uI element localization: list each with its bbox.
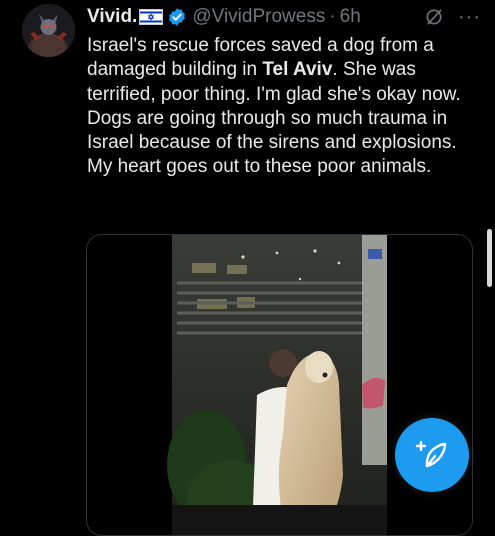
compose-post-button[interactable] bbox=[395, 418, 469, 492]
video-frame bbox=[87, 235, 472, 535]
media-video[interactable] bbox=[86, 234, 473, 536]
tweet-text: Israel's rescue forces saved a dog from … bbox=[87, 34, 487, 180]
compose-post-icon bbox=[415, 440, 447, 468]
post-time[interactable]: 6h bbox=[340, 6, 361, 28]
israel-flag-icon bbox=[139, 9, 164, 25]
tweet[interactable]: Vivid. @VividProwess · 6h ··· Israel's r… bbox=[0, 0, 495, 536]
scrollbar[interactable] bbox=[487, 229, 492, 287]
author-handle[interactable]: @VividProwess bbox=[192, 6, 325, 28]
verified-badge-icon bbox=[169, 8, 186, 26]
avatar-image bbox=[22, 4, 75, 57]
author-name[interactable]: Vivid. bbox=[87, 6, 137, 28]
separator-dot: · bbox=[329, 6, 336, 27]
tweet-text-bold: Tel Aviv bbox=[262, 59, 333, 81]
header-actions: ··· bbox=[424, 6, 481, 29]
avatar[interactable] bbox=[22, 4, 75, 57]
more-icon[interactable]: ··· bbox=[458, 6, 481, 29]
tweet-header: Vivid. @VividProwess · 6h ··· bbox=[87, 3, 481, 31]
grok-icon[interactable] bbox=[424, 7, 444, 27]
